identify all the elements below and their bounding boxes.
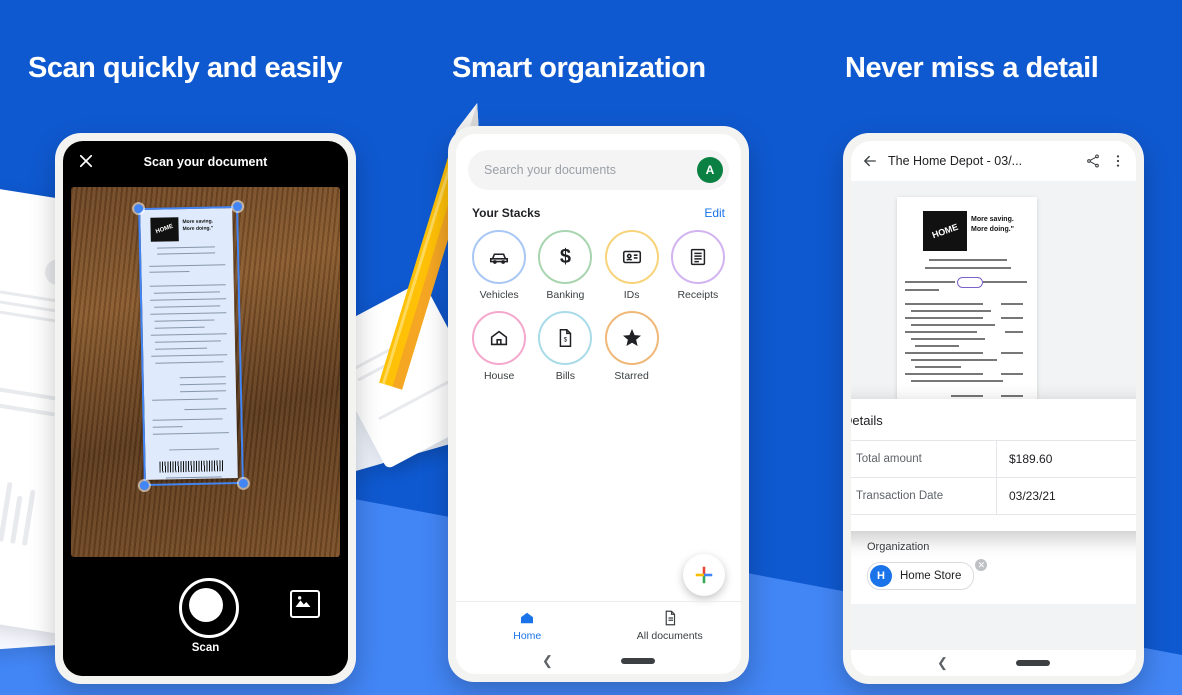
nav-item-all-documents[interactable]: All documents: [599, 602, 742, 648]
logo-text: HOME: [930, 221, 960, 241]
phone2-screen: Search your documents A Your Stacks Edit…: [456, 134, 741, 674]
shutter-button[interactable]: [178, 578, 239, 638]
camera-scanner-view: Scan your document HOME More saving. Mor…: [63, 141, 348, 676]
car-icon: [472, 230, 527, 284]
detail-key: Total amount: [856, 453, 922, 465]
details-title: Details: [851, 413, 883, 428]
stack-item-bills[interactable]: $ Bills: [532, 311, 598, 382]
share-icon[interactable]: [1085, 153, 1101, 169]
phone3-screen: The Home Depot - 03/... HOME More saving…: [851, 141, 1136, 676]
stacks-grid: Vehicles $ Banking IDs Receipts House $ …: [466, 230, 731, 382]
stack-label: IDs: [623, 289, 640, 301]
phone1-screen: Scan your document HOME More saving. Mor…: [63, 141, 348, 676]
search-bar[interactable]: Search your documents A: [468, 150, 729, 190]
edit-stacks-button[interactable]: Edit: [704, 206, 725, 220]
stack-label: Starred: [614, 370, 649, 382]
add-plus-icon[interactable]: [683, 554, 725, 596]
home-icon: [472, 311, 527, 365]
table-row: Transaction Date 03/23/21: [851, 478, 1136, 514]
page-title-detail: Never miss a detail: [845, 52, 1099, 84]
nav-label: All documents: [636, 629, 703, 642]
page-title-organize: Smart organization: [452, 52, 706, 84]
phone-mockup-scan: Scan your document HOME More saving. Mor…: [55, 133, 356, 684]
home-depot-logo: HOME: [923, 211, 967, 251]
stacks-title: Your Stacks: [472, 206, 541, 220]
image-icon[interactable]: [290, 590, 320, 618]
search-input-placeholder[interactable]: Search your documents: [484, 163, 697, 177]
back-chevron-icon[interactable]: ❮: [937, 655, 948, 671]
stacks-header: Your Stacks Edit: [472, 206, 725, 220]
bill-icon: $: [538, 311, 593, 365]
detail-topbar: The Home Depot - 03/...: [851, 141, 1136, 181]
camera-controls: Scan: [63, 564, 348, 676]
document-detail-screen: The Home Depot - 03/... HOME More saving…: [851, 141, 1136, 676]
detail-value: $189.60: [996, 441, 1134, 477]
stack-item-banking[interactable]: $ Banking: [532, 230, 598, 301]
nav-label: Home: [513, 629, 542, 642]
camera-viewfinder[interactable]: HOME More saving. More doing.": [71, 187, 340, 557]
page-title-scan: Scan quickly and easily: [28, 52, 343, 84]
stack-item-starred[interactable]: Starred: [599, 311, 665, 382]
detail-key: Transaction Date: [856, 490, 944, 502]
detail-value: 03/23/21: [996, 478, 1134, 514]
more-vert-icon[interactable]: [1110, 153, 1126, 169]
nav-item-home[interactable]: Home: [456, 602, 599, 648]
stack-item-receipts[interactable]: Receipts: [665, 230, 731, 301]
home-pill[interactable]: [620, 658, 655, 664]
android-system-bar: ❮: [851, 650, 1136, 676]
organization-section: Organization H Home Store ✕: [851, 531, 1136, 604]
home-pill[interactable]: [1015, 660, 1050, 666]
camera-title: Scan your document: [143, 155, 268, 169]
chip-avatar: H: [870, 565, 892, 587]
copy-icon[interactable]: [1134, 489, 1136, 504]
stack-label: Receipts: [677, 289, 719, 301]
svg-text:$: $: [564, 337, 568, 344]
star-icon: [604, 311, 659, 365]
close-icon[interactable]: [77, 152, 95, 170]
stack-item-ids[interactable]: IDs: [599, 230, 665, 301]
stack-item-house[interactable]: House: [466, 311, 532, 382]
camera-topbar: Scan your document: [63, 141, 348, 183]
documents-home-screen: Search your documents A Your Stacks Edit…: [456, 134, 741, 674]
receipt-tagline: More saving. More doing.": [971, 216, 1014, 233]
bottom-navigation: Home All documents: [456, 601, 741, 648]
document-title: The Home Depot - 03/...: [888, 154, 1023, 168]
shutter-label: Scan: [191, 642, 220, 654]
stack-label: House: [483, 370, 515, 382]
chip-label: Home Store: [900, 570, 962, 582]
back-arrow-icon[interactable]: [861, 152, 879, 170]
back-chevron-icon[interactable]: ❮: [542, 653, 553, 669]
stack-slot-empty: [665, 311, 731, 382]
phone-mockup-detail: The Home Depot - 03/... HOME More saving…: [843, 133, 1144, 684]
table-row: Total amount $189.60: [851, 441, 1136, 478]
stack-label: Bills: [555, 370, 575, 382]
organization-label: Organization: [867, 541, 930, 553]
id-card-icon: [604, 230, 659, 284]
date-highlight-oval: [957, 277, 983, 288]
stack-label: Banking: [546, 289, 585, 301]
stack-item-vehicles[interactable]: Vehicles: [466, 230, 532, 301]
avatar[interactable]: A: [697, 157, 723, 183]
phone-mockup-organize: Search your documents A Your Stacks Edit…: [448, 126, 749, 682]
dollar-icon: $: [538, 230, 593, 284]
remove-x-icon[interactable]: ✕: [975, 559, 988, 571]
details-table: Total amount $189.60 Transaction Date 03…: [851, 440, 1136, 515]
document-icon: [665, 610, 675, 625]
details-card: Details Total amount $189.60 Transaction…: [851, 399, 1136, 531]
organization-chip[interactable]: H Home Store ✕: [867, 559, 988, 590]
receipt-selection-box[interactable]: [134, 201, 248, 491]
copy-icon[interactable]: [1134, 452, 1136, 467]
home-icon: [521, 612, 534, 623]
stack-label: Vehicles: [479, 289, 519, 301]
android-system-bar: ❮: [456, 648, 741, 674]
receipt-icon: [670, 230, 725, 284]
